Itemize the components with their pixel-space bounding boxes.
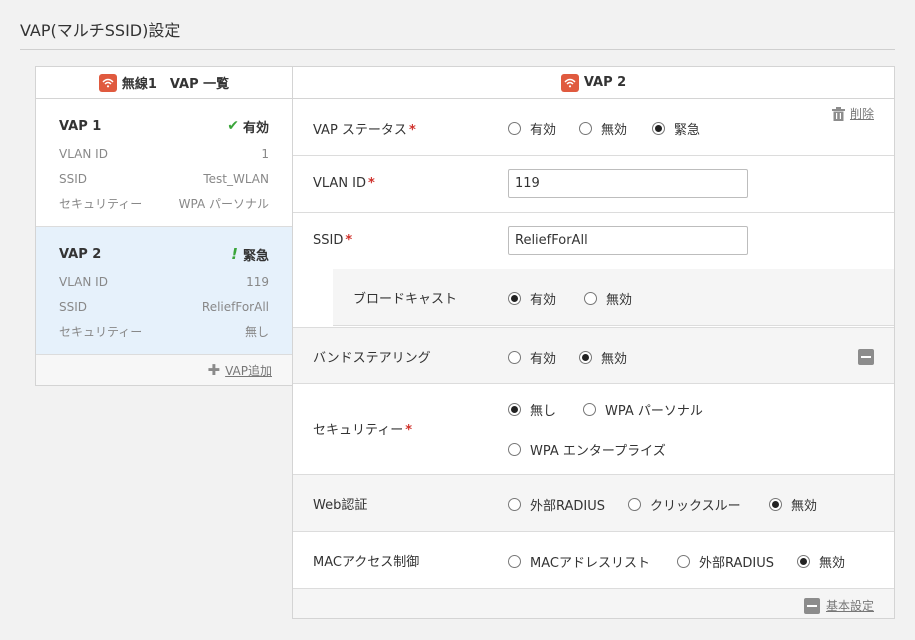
- mac-access-list-radio[interactable]: MACアドレスリスト: [508, 552, 650, 571]
- vap-list-header: 無線1 VAP 一覧: [36, 67, 292, 99]
- vap-detail-value: ReliefForAll: [201, 299, 269, 314]
- vap-detail-value: 無し: [244, 324, 269, 339]
- security-label: セキュリティー *: [313, 423, 413, 438]
- add-vap-link[interactable]: VAP追加: [225, 362, 272, 379]
- basic-settings-label: 基本設定: [825, 599, 874, 613]
- vap-list-title: 無線1 VAP 一覧: [121, 77, 230, 92]
- mac-access-radius-radio[interactable]: 外部RADIUS: [677, 552, 774, 571]
- vap-status-enabled-radio[interactable]: 有効: [508, 119, 556, 138]
- vap-detail-panel: VAP 2 削除 VAP ステータス* 有効 無効 緊急 VLAN ID* SS…: [292, 66, 895, 619]
- wifi-icon: [98, 73, 117, 92]
- vap-card-1[interactable]: VAP 1 ✔ 有効 VLAN ID 1 SSID Test_WLAN セキュリ…: [36, 99, 292, 227]
- security-row: セキュリティー * 無し WPA パーソナル WPA エンタープライズ: [293, 384, 894, 475]
- broadcast-disabled-radio[interactable]: 無効: [584, 289, 632, 308]
- check-icon: ✔: [227, 118, 239, 134]
- vap-detail-title: VAP 2: [583, 75, 627, 90]
- vlan-id-input[interactable]: [508, 169, 748, 198]
- vap-status: ! 緊急: [231, 245, 269, 264]
- vap-detail-label: SSID: [59, 171, 88, 186]
- title-divider: [20, 49, 895, 50]
- vap-detail-row: SSID ReliefForAll: [59, 295, 269, 320]
- add-vap-row: ✚ VAP追加: [36, 355, 292, 385]
- vap-detail-row: セキュリティー WPA パーソナル: [59, 191, 269, 216]
- vap-card-2[interactable]: VAP 2 ! 緊急 VLAN ID 119 SSID ReliefForAll…: [36, 227, 292, 355]
- vap-status-label: VAP ステータス *: [313, 123, 416, 138]
- band-steering-label: バンドステアリング: [313, 351, 431, 366]
- vap-status-row: VAP ステータス * 有効 無効 緊急: [293, 99, 894, 156]
- web-auth-clickthrough-radio[interactable]: クリックスルー: [628, 495, 741, 514]
- wifi-icon: [560, 73, 579, 92]
- mac-access-label: MACアクセス制御: [313, 555, 420, 570]
- vlan-id-row: VLAN ID *: [293, 156, 894, 213]
- vap-status-disabled-radio[interactable]: 無効: [579, 119, 627, 138]
- band-steering-disabled-radio[interactable]: 無効: [579, 348, 627, 367]
- vap-detail-label: セキュリティー: [59, 196, 143, 211]
- vap-list-panel: 無線1 VAP 一覧 VAP 1 ✔ 有効 VLAN ID 1 SSID Tes…: [35, 66, 293, 386]
- security-none-radio[interactable]: 無し: [508, 400, 556, 419]
- mac-access-row: MACアクセス制御 MACアドレスリスト 外部RADIUS 無効: [293, 532, 894, 589]
- vap-detail-value: 119: [246, 275, 269, 290]
- vap-name: VAP 1: [59, 118, 102, 134]
- vap-detail-label: SSID: [59, 299, 88, 314]
- vap-name: VAP 2: [59, 246, 102, 262]
- security-wpa-enterprise-radio[interactable]: WPA エンタープライズ: [508, 440, 666, 459]
- vap-detail-label: VLAN ID: [59, 147, 108, 162]
- web-auth-label: Web認証: [313, 498, 368, 513]
- ssid-label: SSID *: [313, 233, 353, 248]
- broadcast-label: ブロードキャスト: [353, 292, 458, 307]
- security-wpa-personal-radio[interactable]: WPA パーソナル: [583, 400, 703, 419]
- vap-detail-value: 1: [261, 147, 269, 162]
- ssid-row: SSID* ブロードキャスト 有効 無効: [293, 213, 894, 327]
- web-auth-disabled-radio[interactable]: 無効: [769, 495, 817, 514]
- plus-icon: ✚: [207, 361, 221, 379]
- vap-status-emergency-radio[interactable]: 緊急: [652, 119, 700, 138]
- collapse-icon: [803, 597, 820, 614]
- band-steering-enabled-radio[interactable]: 有効: [508, 348, 556, 367]
- vap-detail-row: SSID Test_WLAN: [59, 167, 269, 192]
- vap-detail-value: Test_WLAN: [203, 171, 269, 186]
- vap-detail-row: セキュリティー 無し: [59, 319, 269, 344]
- vap-detail-value: WPA パーソナル: [178, 196, 269, 211]
- vap-detail-row: VLAN ID 119: [59, 270, 269, 295]
- collapse-icon[interactable]: [858, 349, 874, 365]
- vap-detail-label: セキュリティー: [59, 324, 143, 339]
- web-auth-row: Web認証 外部RADIUS クリックスルー 無効: [293, 475, 894, 532]
- vap-status-label: 緊急: [242, 248, 269, 264]
- vap-status-label: 有効: [242, 120, 269, 136]
- broadcast-enabled-radio[interactable]: 有効: [508, 289, 556, 308]
- vap-status: ✔ 有効: [227, 117, 269, 136]
- vap-detail-header: VAP 2: [293, 67, 894, 99]
- web-auth-radius-radio[interactable]: 外部RADIUS: [508, 495, 605, 514]
- vlan-id-label: VLAN ID *: [313, 176, 375, 191]
- vap-detail-label: VLAN ID: [59, 275, 108, 290]
- exclamation-icon: !: [231, 245, 238, 263]
- band-steering-row: バンドステアリング 有効 無効: [293, 327, 894, 384]
- vap-detail-row: VLAN ID 1: [59, 142, 269, 167]
- broadcast-row: ブロードキャスト 有効 無効: [333, 269, 894, 326]
- mac-access-disabled-radio[interactable]: 無効: [797, 552, 845, 571]
- basic-settings-button[interactable]: 基本設定: [803, 597, 874, 614]
- ssid-input[interactable]: [508, 226, 748, 255]
- page-title: VAP(マルチSSID)設定: [20, 21, 181, 40]
